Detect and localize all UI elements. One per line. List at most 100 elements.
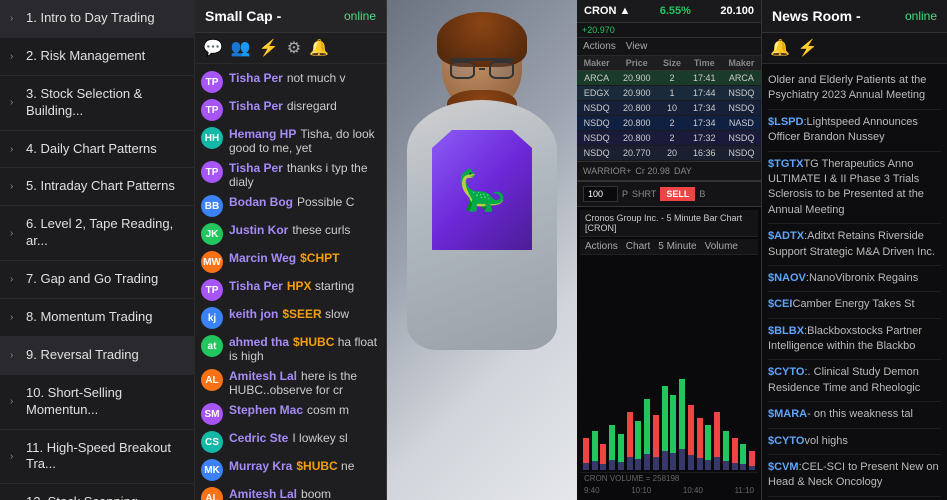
sidebar-item-5[interactable]: ›5. Intraday Chart Patterns	[0, 168, 194, 206]
msg-content: Amitesh Lalhere is the HUBC..observe for…	[229, 369, 380, 397]
level2-header: CRON ▲ 6.55% 20.100	[577, 0, 761, 23]
stock-change-pct: 6.55%	[660, 5, 691, 17]
cell-maker1: NSDQ	[577, 146, 616, 161]
volume-bar	[592, 461, 598, 470]
msg-ticker: HPX	[287, 279, 312, 293]
users-icon[interactable]: 👥	[231, 38, 251, 58]
avatar: at	[201, 335, 223, 357]
chart-volume-btn[interactable]: Volume	[705, 241, 738, 252]
chart-5min-btn[interactable]: 5 Minute	[658, 241, 696, 252]
warrior-label: WARRIOR+	[583, 166, 631, 176]
news-ticker: $TGTX	[768, 158, 803, 170]
actions-menu-btn[interactable]: Actions	[583, 41, 616, 52]
news-item: $NAOV:NanoVibronix Regains	[768, 266, 941, 292]
chat-message: TPTisha Pernot much v	[195, 68, 386, 96]
news-feed-list: Older and Elderly Patients at the Psychi…	[762, 64, 947, 500]
candle-group	[626, 260, 634, 470]
chat-message: HHHemang HPTisha, do look good to me, ye…	[195, 124, 386, 158]
candle-body-red	[749, 451, 755, 466]
sidebar-item-label: 6. Level 2, Tape Reading, ar...	[26, 216, 186, 250]
sell-button[interactable]: SELL	[660, 187, 695, 201]
sidebar-item-2[interactable]: ›2. Risk Management	[0, 38, 194, 76]
bar-chart-area: Cronos Group Inc. - 5 Minute Bar Chart […	[577, 207, 761, 500]
chart-controls: Actions Chart 5 Minute Volume	[580, 239, 758, 255]
col-maker1: Maker	[577, 56, 616, 71]
sidebar-item-4[interactable]: ›4. Daily Chart Patterns	[0, 131, 194, 169]
cell-time: 17:44	[687, 86, 722, 101]
sidebar-item-12[interactable]: ›12. Stock Scanning	[0, 484, 194, 500]
cr-value: Cr 20.98	[635, 166, 670, 176]
volume-bar	[697, 458, 703, 470]
volume-bar	[583, 463, 589, 471]
sidebar-item-label: 2. Risk Management	[26, 48, 145, 65]
volume-bar	[714, 457, 720, 471]
sidebar-item-7[interactable]: ›7. Gap and Go Trading	[0, 261, 194, 299]
volume-bar	[609, 460, 615, 471]
volume-bar	[723, 461, 729, 470]
msg-content: keith jon$SEER slow	[229, 307, 349, 321]
p-label: P	[622, 189, 628, 199]
avatar: TP	[201, 161, 223, 183]
cell-maker2: NASD	[722, 116, 761, 131]
msg-username: Bodan Bog	[229, 195, 293, 209]
msg-text: cosm m	[307, 403, 349, 417]
body: 🦕	[407, 100, 557, 350]
qty-input[interactable]	[583, 186, 618, 202]
view-menu-btn[interactable]: View	[626, 41, 648, 52]
news-bell-icon[interactable]: 🔔	[770, 38, 790, 58]
chat-message: TPTisha Perdisregard	[195, 96, 386, 124]
avatar: CS	[201, 431, 223, 453]
msg-content: Murray Kra$HUBC ne	[229, 459, 354, 473]
chat-message: atahmed tha$HUBC ha float is high	[195, 332, 386, 366]
table-row: NSDQ 20.770 20 16:36 NSDQ	[577, 146, 761, 161]
sidebar-item-11[interactable]: ›11. High-Speed Breakout Tra...	[0, 430, 194, 485]
small-cap-status: online	[344, 9, 376, 23]
candle-group	[591, 260, 599, 470]
col-maker2: Maker	[722, 56, 761, 71]
msg-ticker: $HUBC	[296, 459, 337, 473]
msg-username: Tisha Per	[229, 279, 283, 293]
table-row: NSDQ 20.800 2 17:32 NSDQ	[577, 131, 761, 146]
msg-username: Amitesh Lal	[229, 487, 297, 500]
cell-size: 2	[657, 116, 686, 131]
bar-chart-title: Cronos Group Inc. - 5 Minute Bar Chart […	[585, 213, 753, 233]
stock-change-abs: +20.970	[577, 23, 761, 38]
msg-username: Stephen Mac	[229, 403, 303, 417]
candle-body-green	[644, 399, 650, 454]
chart-actions-btn[interactable]: Actions	[585, 241, 618, 252]
cell-price: 20.800	[616, 131, 657, 146]
volume-bar	[662, 451, 668, 471]
sidebar-item-6[interactable]: ›6. Level 2, Tape Reading, ar...	[0, 206, 194, 261]
candle-body-red	[697, 418, 703, 458]
candle-body-green	[679, 379, 685, 449]
sidebar-item-3[interactable]: ›3. Stock Selection & Building...	[0, 76, 194, 131]
news-item: $LSPD:Lightspeed Announces Officer Brand…	[768, 110, 941, 152]
news-filter-icon[interactable]: ⚡	[798, 38, 818, 58]
sidebar-item-8[interactable]: ›8. Momentum Trading	[0, 299, 194, 337]
sidebar-item-label: 7. Gap and Go Trading	[26, 271, 158, 288]
sidebar-item-1[interactable]: ›1. Intro to Day Trading	[0, 0, 194, 38]
candle-group	[661, 260, 669, 470]
msg-content: Tisha PerHPX starting	[229, 279, 354, 293]
sidebar-item-label: 4. Daily Chart Patterns	[26, 141, 157, 158]
chart-chart-btn[interactable]: Chart	[626, 241, 650, 252]
candle-group	[670, 260, 678, 470]
msg-content: Tisha Perdisregard	[229, 99, 337, 113]
settings-icon[interactable]: ⚙	[287, 38, 301, 58]
chat-message: MWMarcin Weg$CHPT	[195, 248, 386, 276]
msg-text: Possible C	[297, 195, 354, 209]
chat-icon[interactable]: 💬	[203, 38, 223, 58]
filter-icon[interactable]: ⚡	[259, 38, 279, 58]
msg-username: Hemang HP	[229, 127, 296, 141]
candle-body-red	[600, 444, 606, 464]
glasses	[450, 58, 514, 76]
news-item: $TGTXTG Therapeutics Anno ULTIMATE I & I…	[768, 152, 941, 225]
bell-icon[interactable]: 🔔	[309, 38, 329, 58]
time-label-3: 10:40	[683, 486, 703, 495]
chat-message: BBBodan BogPossible C	[195, 192, 386, 220]
cell-size: 1	[657, 86, 686, 101]
sidebar-item-9[interactable]: ›9. Reversal Trading	[0, 337, 194, 375]
news-ticker: $NAOV	[768, 272, 806, 284]
sidebar-item-10[interactable]: ›10. Short-Selling Momentun...	[0, 375, 194, 430]
bar-chart-header: Cronos Group Inc. - 5 Minute Bar Chart […	[580, 210, 758, 237]
